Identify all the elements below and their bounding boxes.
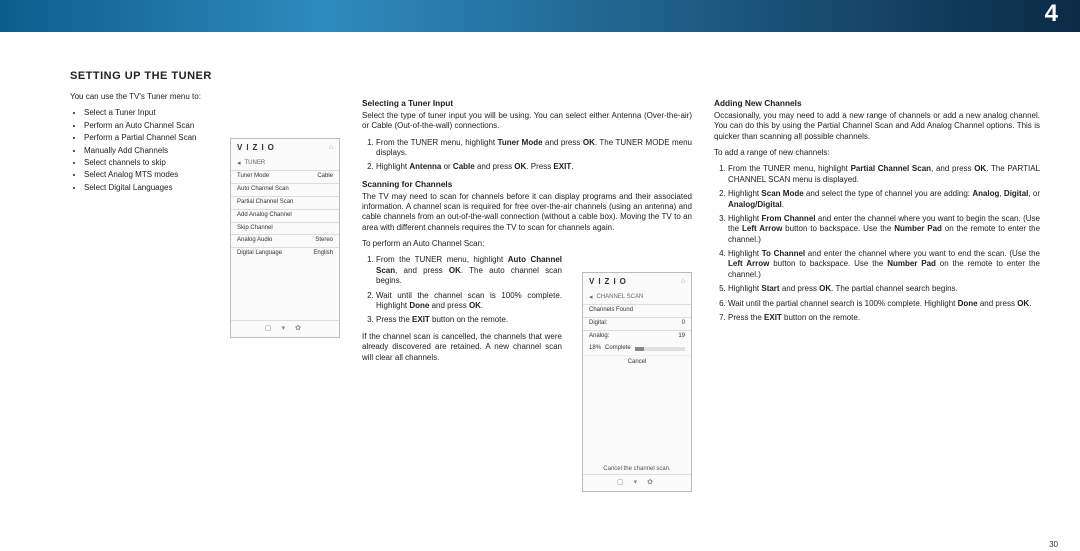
page-content: SETTING UP THE TUNER You can use the TV'… — [70, 70, 1040, 541]
progress-percent: 18% — [589, 345, 601, 353]
channel-scan-panel: VIZIO ⌂ ◂ CHANNEL SCAN Channels Found Di… — [582, 272, 692, 492]
column-1: You can use the TV's Tuner menu to: Sele… — [70, 92, 340, 369]
step: Highlight Antenna or Cable and press OK.… — [376, 162, 692, 172]
channels-found-label: Channels Found — [589, 307, 633, 315]
home-icon: ⌂ — [681, 277, 685, 287]
menu-row: Analog AudioStereo — [231, 234, 339, 247]
channel-scan-figure: VIZIO ⌂ ◂ CHANNEL SCAN Channels Found Di… — [582, 272, 692, 492]
adding-channels-intro: To add a range of new channels: — [714, 148, 1040, 158]
step: Highlight To Channel and enter the chann… — [728, 249, 1040, 280]
analog-label: Analog: — [589, 333, 609, 341]
step: Press the EXIT button on the remote. — [728, 313, 1040, 323]
tuner-menu-panel: VIZIO ⌂ ◂ TUNER Tuner ModeCableAuto Chan… — [230, 138, 340, 338]
adding-channels-text: Occasionally, you may need to add a new … — [714, 111, 1040, 142]
intro-bullet: Perform an Auto Channel Scan — [84, 121, 340, 131]
cancel-button-label: Cancel — [583, 355, 691, 370]
panel-footer-icons: ▢ ▾ ✿ — [231, 320, 339, 337]
home-icon: ⌂ — [329, 143, 333, 153]
auto-scan-steps: From the TUNER menu, highlight Auto Chan… — [376, 255, 562, 325]
selecting-tuner-input-steps: From the TUNER menu, highlight Tuner Mod… — [376, 138, 692, 173]
page-number: 30 — [1049, 540, 1058, 549]
chapter-number: 4 — [1045, 0, 1058, 28]
step: Wait until the partial channel search is… — [728, 299, 1040, 309]
panel-brand: VIZIO — [237, 143, 278, 153]
step: Wait until the channel scan is 100% comp… — [376, 291, 562, 312]
back-arrow-icon: ◂ — [589, 293, 593, 302]
cancel-text: If the channel scan is cancelled, the ch… — [362, 332, 562, 363]
panel-title: TUNER — [245, 160, 266, 168]
analog-value: 19 — [678, 333, 685, 341]
intro-text: You can use the TV's Tuner menu to: — [70, 92, 340, 102]
panel-caption: Cancel the channel scan. — [583, 460, 691, 474]
step: From the TUNER menu, highlight Tuner Mod… — [376, 138, 692, 159]
step: From the TUNER menu, highlight Partial C… — [728, 164, 1040, 185]
step: Highlight Scan Mode and select the type … — [728, 189, 1040, 210]
progress-bar — [635, 347, 685, 351]
perform-intro: To perform an Auto Channel Scan: — [362, 239, 692, 249]
scanning-text: The TV may need to scan for channels bef… — [362, 192, 692, 234]
column-2: Selecting a Tuner Input Select the type … — [362, 92, 692, 369]
step: Highlight Start and press OK. The partia… — [728, 284, 1040, 294]
section-title: SETTING UP THE TUNER — [70, 70, 1040, 82]
menu-row: Digital LanguageEnglish — [231, 247, 339, 260]
back-arrow-icon: ◂ — [237, 159, 241, 168]
panel-brand: VIZIO — [589, 277, 630, 287]
chapter-banner: 4 — [0, 0, 1080, 32]
selecting-tuner-input-text: Select the type of tuner input you will … — [362, 111, 692, 132]
panel-title: CHANNEL SCAN — [597, 294, 644, 302]
scanning-head: Scanning for Channels — [362, 179, 692, 190]
step: From the TUNER menu, highlight Auto Chan… — [376, 255, 562, 286]
menu-row: Tuner ModeCable — [231, 170, 339, 183]
menu-row: Partial Channel Scan — [231, 196, 339, 209]
complete-label: Complete — [605, 345, 631, 353]
step: Press the EXIT button on the remote. — [376, 315, 562, 325]
tuner-menu-figure: VIZIO ⌂ ◂ TUNER Tuner ModeCableAuto Chan… — [230, 138, 340, 338]
adding-channels-head: Adding New Channels — [714, 98, 1040, 109]
digital-label: Digital: — [589, 320, 607, 328]
menu-row: Auto Channel Scan — [231, 183, 339, 196]
panel-footer-icons: ▢ ▾ ✿ — [583, 474, 691, 491]
column-3: Adding New Channels Occasionally, you ma… — [714, 92, 1040, 369]
adding-channels-steps: From the TUNER menu, highlight Partial C… — [728, 164, 1040, 323]
menu-row: Skip Channel — [231, 222, 339, 235]
step: Highlight From Channel and enter the cha… — [728, 214, 1040, 245]
digital-value: 0 — [682, 320, 685, 328]
intro-bullet: Select a Tuner Input — [84, 108, 340, 118]
menu-row: Add Analog Channel — [231, 209, 339, 222]
selecting-tuner-input-head: Selecting a Tuner Input — [362, 98, 692, 109]
